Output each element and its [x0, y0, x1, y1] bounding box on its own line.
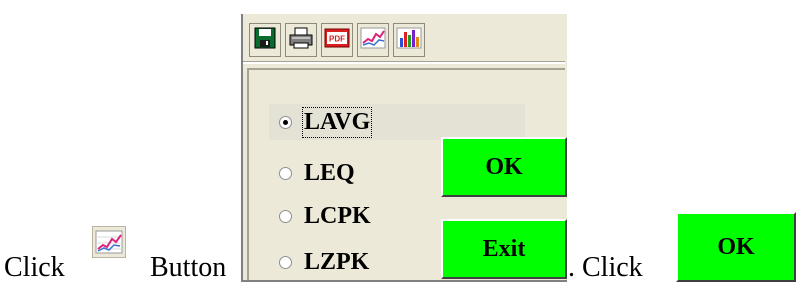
- radio-label-lzpk: LZPK: [304, 248, 370, 275]
- save-button[interactable]: [249, 23, 281, 57]
- save-icon: [253, 26, 277, 55]
- radio-button[interactable]: [279, 209, 292, 223]
- bar-chart-icon: [396, 26, 422, 55]
- print-button[interactable]: [285, 23, 317, 57]
- radio-label-lavg: LAVG: [301, 106, 373, 138]
- radio-button[interactable]: [279, 255, 292, 269]
- radio-option-lcpk[interactable]: LCPK: [279, 201, 371, 231]
- line-chart-icon: [92, 226, 126, 258]
- pdf-icon: PDF: [324, 26, 350, 55]
- report-dialog: PDF LAVG LEQ LCPK LZPK OK Exit: [241, 14, 567, 282]
- radio-button[interactable]: [279, 115, 292, 129]
- bar-chart-button[interactable]: [393, 23, 425, 57]
- radio-option-lavg[interactable]: LAVG: [279, 106, 373, 138]
- line-chart-button[interactable]: [357, 23, 389, 57]
- instruction-button-text: Button: [150, 252, 227, 283]
- exit-button[interactable]: Exit: [441, 219, 567, 279]
- radio-button[interactable]: [279, 166, 292, 180]
- toolbar: PDF: [249, 23, 425, 59]
- radio-label-lcpk: LCPK: [304, 202, 371, 229]
- pdf-button[interactable]: PDF: [321, 23, 353, 57]
- line-chart-icon: [360, 26, 386, 55]
- radio-label-leq: LEQ: [304, 159, 355, 186]
- ok-button-reference[interactable]: OK: [676, 212, 796, 282]
- radio-option-leq[interactable]: LEQ: [279, 158, 355, 188]
- radio-option-lzpk[interactable]: LZPK: [279, 247, 369, 277]
- instruction-click-text: Click: [4, 252, 65, 283]
- toolbar-separator: [243, 61, 565, 64]
- ok-button[interactable]: OK: [441, 137, 567, 197]
- instruction-click-text-2: . Click: [568, 252, 643, 283]
- pdf-icon-label: PDF: [329, 34, 345, 43]
- print-icon: [288, 26, 314, 55]
